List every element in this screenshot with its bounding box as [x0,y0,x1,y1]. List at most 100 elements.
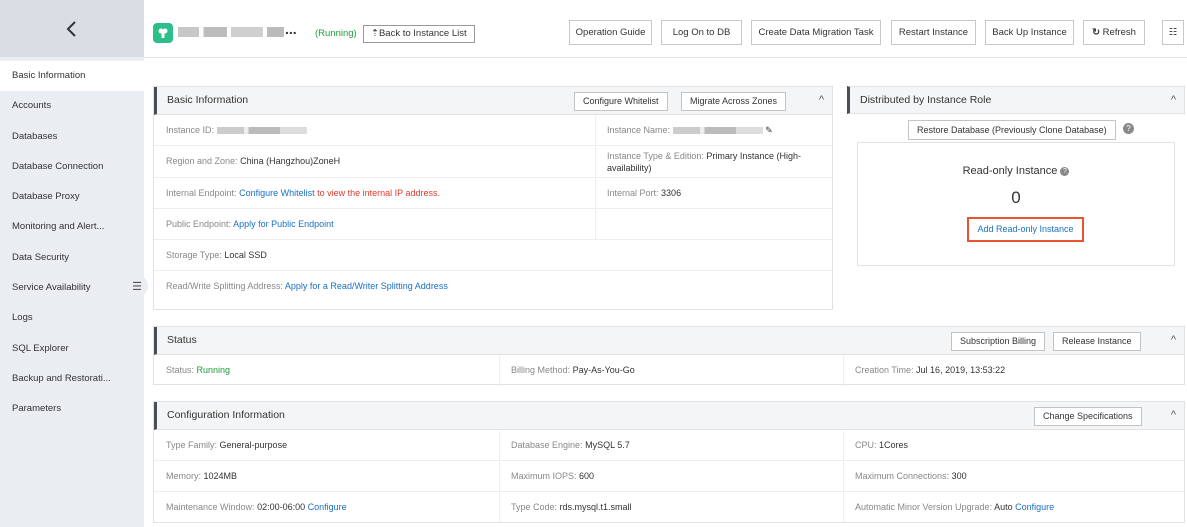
creation-time-label: Creation Time: [855,365,914,375]
info-row: Storage Type: Local SSD [154,241,832,271]
panel-title: Status [167,334,197,346]
type-code-value: rds.mysql.t1.small [559,502,632,512]
sidebar-item-databases[interactable]: Databases [0,122,144,152]
instance-type-value-cont: availability) [607,163,652,173]
create-data-migration-button[interactable]: Create Data Migration Task [751,20,881,45]
collapse-icon[interactable]: ^ [1171,402,1176,429]
instance-name-value-redacted [672,127,763,135]
add-read-only-instance-link[interactable]: Add Read-only Instance [967,217,1084,242]
storage-type-value: Local SSD [224,250,267,260]
type-family-label: Type Family: [166,440,218,450]
instance-id-redacted [216,127,307,135]
refresh-icon: ↻ [1092,27,1101,38]
billing-method-label: Billing Method: [511,365,571,375]
configure-minor-version-link[interactable]: Configure [1015,502,1054,512]
internal-port-label: Internal Port: [607,188,659,198]
rw-splitting-label: Read/Write Splitting Address: [166,281,283,291]
refresh-button[interactable]: ↻ Refresh [1083,20,1145,45]
help-icon[interactable]: ? [1060,166,1070,176]
status-label: Status: [166,365,195,375]
info-row: Memory: 1024MB Maximum IOPS: 600 Maximum… [154,462,1184,492]
database-engine-label: Database Engine: [511,440,583,450]
info-row: Maintenance Window: 02:00-06:00 Configur… [154,493,1184,523]
configure-whitelist-link[interactable]: Configure Whitelist [239,188,315,198]
instance-type-value: Primary Instance (High- [706,151,801,161]
region-value: China (Hangzhou)ZoneH [240,156,341,166]
sidebar-item-monitoring[interactable]: Monitoring and Alert... [0,212,144,242]
sidebar-item-parameters[interactable]: Parameters [0,394,144,424]
read-only-card: Read-only Instance ? 0 Add Read-only Ins… [857,142,1175,266]
storage-type-label: Storage Type: [166,250,222,260]
maintenance-window-value: 02:00-06:00 [257,502,306,512]
sidebar-item-database-connection[interactable]: Database Connection [0,152,144,182]
restart-instance-button[interactable]: Restart Instance [891,20,976,45]
max-connections-value: 300 [951,471,967,481]
release-instance-button[interactable]: Release Instance [1053,332,1141,351]
read-only-count: 0 [1011,188,1021,207]
read-only-title: Read-only Instance ? [858,165,1174,177]
sidebar: Basic Information Accounts Databases Dat… [0,0,148,527]
refresh-label: Refresh [1102,27,1136,38]
basic-information-panel: Basic Information Configure Whitelist Mi… [153,86,833,310]
apply-rw-splitting-link[interactable]: Apply for a Read/Writer Splitting Addres… [285,281,448,291]
restore-database-button[interactable]: Restore Database (Previously Clone Datab… [908,120,1116,140]
subscription-billing-button[interactable]: Subscription Billing [951,332,1046,351]
creation-time-value: Jul 16, 2019, 13:53:22 [916,365,1006,375]
edit-pencil-icon[interactable]: ✎ [765,125,773,135]
sidebar-item-service-availability[interactable]: Service Availability [0,273,144,303]
help-icon[interactable]: ? [1123,123,1134,134]
configure-whitelist-button[interactable]: Configure Whitelist [574,92,668,111]
basic-information-header: Basic Information Configure Whitelist Mi… [154,87,832,115]
sidebar-item-sql-explorer[interactable]: SQL Explorer [0,334,144,364]
panel-title: Configuration Information [167,409,285,421]
collapse-icon[interactable]: ^ [1171,327,1176,354]
instance-type-label: Instance Type & Edition: [607,151,704,161]
internal-endpoint-label: Internal Endpoint: [166,188,237,198]
info-row: Public Endpoint: Apply for Public Endpoi… [154,210,832,240]
change-specifications-button[interactable]: Change Specifications [1034,407,1142,426]
status-panel: Status Subscription Billing Release Inst… [153,326,1185,386]
instance-header: ... (Running) ⇡Back to Instance List Ope… [144,0,1187,58]
info-row: Read/Write Splitting Address: Apply for … [154,272,832,302]
collapse-icon[interactable]: ^ [1171,87,1176,114]
distributed-by-role-panel: Distributed by Instance Role ^ Restore D… [847,86,1185,268]
memory-value: 1024MB [203,471,238,481]
type-code-label: Type Code: [511,502,558,512]
log-on-to-db-button[interactable]: Log On to DB [661,20,742,45]
sidebar-item-database-proxy[interactable]: Database Proxy [0,182,144,212]
distributed-header: Distributed by Instance Role ^ [847,86,1185,114]
migrate-across-zones-button[interactable]: Migrate Across Zones [681,92,787,111]
list-view-icon[interactable]: ☷ [1162,20,1184,45]
apply-public-endpoint-link[interactable]: Apply for Public Endpoint [233,219,334,229]
max-iops-label: Maximum IOPS: [511,471,577,481]
internal-endpoint-note: to view the internal IP address. [317,188,441,198]
back-to-instance-list-button[interactable]: ⇡Back to Instance List [363,25,475,43]
chevron-left-icon[interactable] [0,0,144,57]
configure-maintenance-link[interactable]: Configure [308,502,347,512]
cpu-value: 1Cores [879,440,909,450]
sidebar-item-basic-information[interactable]: Basic Information [0,61,144,92]
operation-guide-button[interactable]: Operation Guide [569,20,652,45]
sidebar-item-logs[interactable]: Logs [0,303,144,333]
max-iops-value: 600 [579,471,595,481]
instance-name-label: Instance Name: [607,125,671,135]
info-row: Instance ID: Instance Name: ✎ [154,116,832,146]
cpu-label: CPU: [855,440,877,450]
info-row: Status: Running Billing Method: Pay-As-Y… [154,356,1184,386]
public-endpoint-label: Public Endpoint: [166,219,232,229]
info-row: Region and Zone: China (Hangzhou)ZoneH I… [154,147,832,178]
mysql-logo-icon [153,23,173,43]
panel-title: Distributed by Instance Role [860,94,992,106]
sidebar-item-backup[interactable]: Backup and Restorati... [0,364,144,394]
region-label: Region and Zone: [166,156,238,166]
collapse-icon[interactable]: ^ [819,87,824,114]
info-row: Type Family: General-purpose Database En… [154,431,1184,461]
minor-version-label: Automatic Minor Version Upgrade: [855,502,993,512]
sidebar-item-accounts[interactable]: Accounts [0,91,144,121]
read-only-label: Read-only Instance [962,165,1058,177]
type-family-value: General-purpose [219,440,288,450]
back-up-instance-button[interactable]: Back Up Instance [985,20,1074,45]
configuration-panel: Configuration Information Change Specifi… [153,401,1185,523]
sidebar-item-data-security[interactable]: Data Security [0,243,144,273]
maintenance-window-label: Maintenance Window: [166,502,255,512]
